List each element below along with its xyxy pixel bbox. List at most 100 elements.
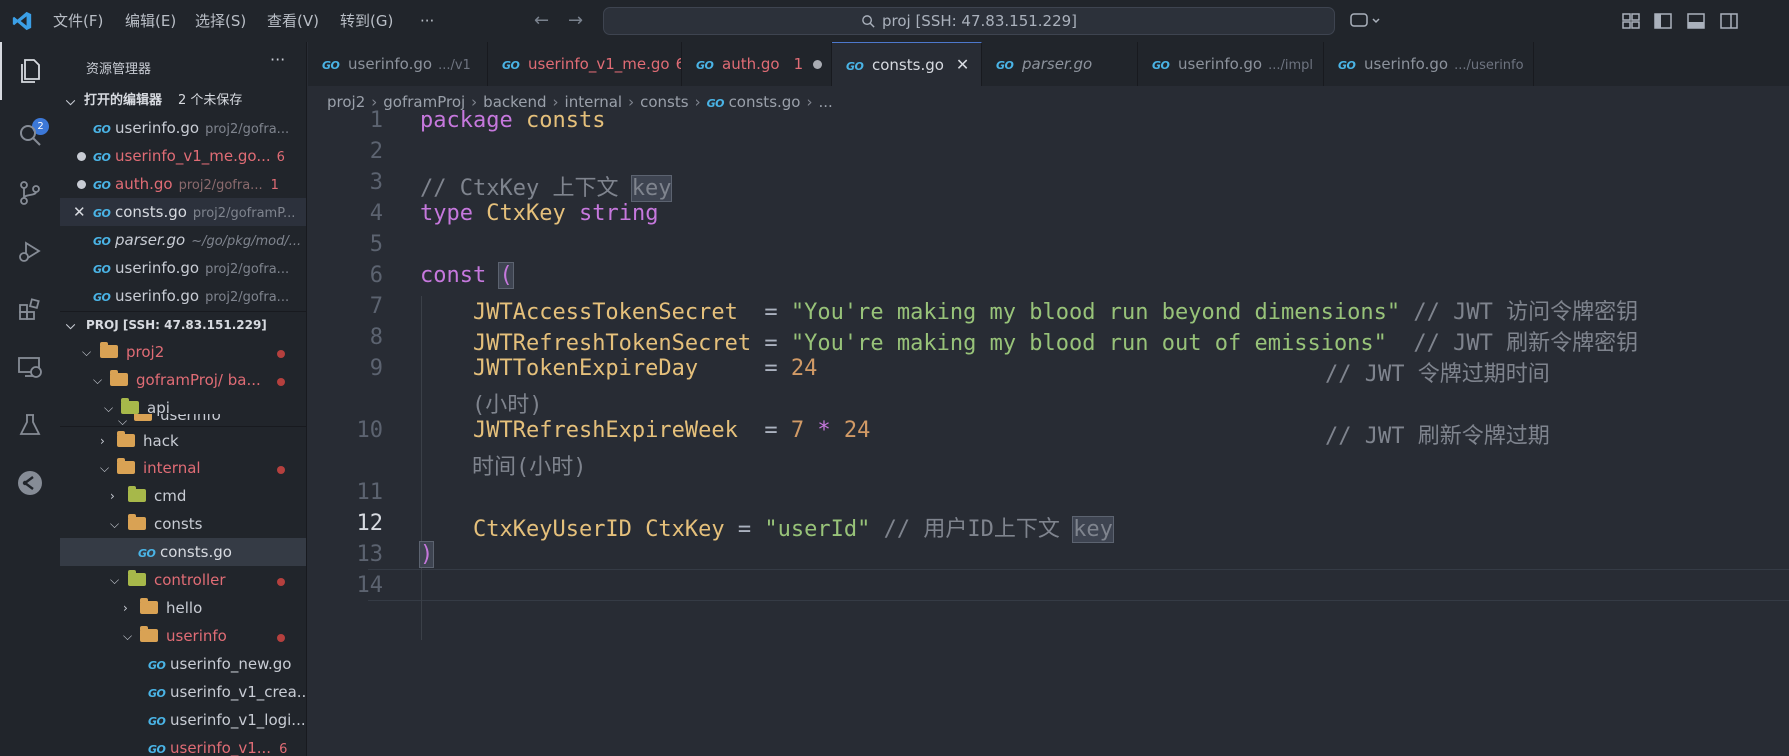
- tab-userinfo-impl[interactable]: GO userinfo.go .../impl: [1138, 42, 1324, 86]
- menu-selection[interactable]: 选择(S): [195, 0, 246, 42]
- gitlens-button[interactable]: [0, 454, 60, 512]
- close-icon[interactable]: ✕: [73, 198, 86, 226]
- chevron-right-icon: ›: [110, 489, 115, 503]
- tree-item-folder[interactable]: › hello: [60, 594, 306, 622]
- folder-icon: [128, 514, 146, 530]
- testing-button[interactable]: [0, 396, 60, 454]
- open-editor-desc: proj2/goframP...: [192, 206, 296, 221]
- tree-label: hello: [166, 599, 203, 617]
- breadcrumb-item[interactable]: ...: [818, 93, 832, 111]
- open-editor-item[interactable]: GO userinfo.go proj2/gofra...: [60, 114, 306, 142]
- tree-item-folder[interactable]: ⌵ internal: [60, 454, 306, 482]
- open-editor-item[interactable]: GO userinfo.go proj2/gofra...: [60, 282, 306, 310]
- project-label: PROJ [SSH: 47.83.151.229]: [86, 318, 267, 332]
- tab-label: userinfo.go: [348, 55, 433, 73]
- tree-item-folder[interactable]: ⌵ controller: [60, 566, 306, 594]
- token-keyword: package: [420, 108, 513, 133]
- search-icon: [20, 125, 41, 146]
- menu-more[interactable]: ···: [420, 0, 434, 42]
- search-icon: [862, 14, 875, 28]
- menu-view[interactable]: 查看(V): [267, 0, 319, 42]
- tree-label: userinfo: [166, 627, 227, 645]
- toggle-secondary-sidebar-icon[interactable]: [1719, 11, 1739, 31]
- open-editor-name: consts.go: [115, 203, 187, 221]
- tab-label: parser.go: [1022, 55, 1093, 73]
- tree-item-folder[interactable]: ⌵ goframProj/ ba...: [60, 366, 306, 394]
- problem-count: 1: [793, 55, 804, 73]
- toggle-panel-icon[interactable]: [1686, 11, 1706, 31]
- tree-item-file-selected[interactable]: GO consts.go: [60, 538, 306, 566]
- sidebar-more-icon[interactable]: ···: [270, 50, 285, 69]
- remote-explorer-icon: [18, 357, 42, 378]
- extensions-button[interactable]: [0, 280, 60, 338]
- tree-item-file[interactable]: GO userinfo_v1... 6: [60, 734, 306, 756]
- open-editors-label: 打开的编辑器: [84, 93, 163, 108]
- token-bracket-match: (: [498, 262, 514, 289]
- layout-customize-icon[interactable]: [1621, 11, 1641, 31]
- editor-tab-bar: GOuserinfo.go.../v1 GOuserinfo_v1_me.go6…: [308, 42, 1789, 86]
- go-file-icon: GO: [148, 659, 166, 672]
- open-editor-name: userinfo.go: [115, 119, 200, 137]
- go-file-icon: GO: [696, 59, 714, 72]
- open-editor-item-active[interactable]: ✕ GO consts.go proj2/goframP...: [60, 198, 306, 226]
- explorer-button[interactable]: [0, 42, 60, 100]
- tree-label: cmd: [154, 487, 187, 505]
- go-file-icon: GO: [502, 59, 520, 72]
- open-editor-name: parser.go: [115, 231, 186, 249]
- close-icon[interactable]: ✕: [956, 43, 969, 86]
- token-comment: // JWT 令牌过期时间: [1325, 362, 1550, 387]
- command-center-search[interactable]: proj [SSH: 47.83.151.229]: [603, 7, 1335, 35]
- token-comment: // JWT 刷新令牌过期: [1325, 424, 1550, 449]
- chevron-right-icon: ›: [806, 93, 813, 111]
- tab-userinfo-v1-me[interactable]: GOuserinfo_v1_me.go6: [488, 42, 682, 86]
- tree-item-folder[interactable]: ⌵ userinfo: [60, 622, 306, 650]
- tab-consts-active[interactable]: GO consts.go ✕: [832, 42, 982, 86]
- menu-edit[interactable]: 编辑(E): [125, 0, 176, 42]
- tree-item-file[interactable]: GO userinfo_new.go: [60, 650, 306, 678]
- search-button[interactable]: [0, 106, 60, 164]
- open-editor-item[interactable]: GO parser.go ~/go/pkg/mod/...: [60, 226, 306, 254]
- back-arrow-icon[interactable]: ←: [534, 0, 549, 42]
- tree-label: controller: [154, 571, 226, 589]
- open-editor-item[interactable]: GO auth.go proj2/gofra... 1: [60, 170, 306, 198]
- tree-item-folder[interactable]: › hack: [60, 426, 306, 454]
- problem-count: 6: [276, 150, 285, 165]
- tab-userinfo-v1[interactable]: GO userinfo.go .../v1: [308, 42, 488, 86]
- error-dot: [277, 578, 285, 586]
- tab-label: userinfo_v1_me.go: [528, 55, 670, 73]
- tree-item-file[interactable]: GO userinfo_v1_logi...: [60, 706, 306, 734]
- forward-arrow-icon[interactable]: →: [568, 0, 583, 42]
- menu-go[interactable]: 转到(G): [340, 0, 393, 42]
- code-line: JWTRefreshTokenSecret = "You're making m…: [420, 325, 1638, 357]
- open-editor-item[interactable]: GO userinfo.go proj2/gofra...: [60, 254, 306, 282]
- breadcrumb-item[interactable]: consts.go: [729, 93, 801, 111]
- code-editor[interactable]: 1 2 3 4 5 6 7 8 9 10 11 12 13 14 package…: [308, 108, 1789, 756]
- code-line: type CtxKey string: [420, 201, 658, 226]
- source-control-button[interactable]: [0, 164, 60, 222]
- folder-icon: [140, 598, 158, 614]
- tree-label: userinfo_new.go: [170, 655, 292, 673]
- tree-item-file[interactable]: GO userinfo_v1_crea...: [60, 678, 306, 706]
- chevron-right-icon: ›: [100, 434, 105, 448]
- code-line: JWTTokenExpireDay = 24: [420, 356, 817, 381]
- tab-parser[interactable]: GO parser.go: [982, 42, 1138, 86]
- line-number: 10: [356, 418, 384, 443]
- tree-item-folder[interactable]: › cmd: [60, 482, 306, 510]
- tree-item-folder[interactable]: ⌵ proj2: [60, 338, 306, 366]
- open-editor-item[interactable]: GO userinfo_v1_me.go... 6: [60, 142, 306, 170]
- open-editors-header[interactable]: ⌵ 打开的编辑器 2 个未保存: [60, 88, 306, 114]
- tab-label: consts.go: [872, 56, 944, 74]
- code-line: JWTRefreshExpireWeek = 7 * 24: [420, 418, 870, 443]
- copilot-chat-icon[interactable]: [1349, 11, 1381, 31]
- menu-file[interactable]: 文件(F): [53, 0, 103, 42]
- project-header[interactable]: ⌵ PROJ [SSH: 47.83.151.229]: [60, 311, 306, 337]
- tab-userinfo-userinfo[interactable]: GO userinfo.go .../userinfo: [1324, 42, 1534, 86]
- tree-item-folder[interactable]: ⌵ consts: [60, 510, 306, 538]
- tab-auth[interactable]: GO auth.go 1: [682, 42, 832, 86]
- breadcrumb-item[interactable]: consts: [640, 93, 688, 111]
- unsaved-dot-icon[interactable]: [813, 60, 823, 69]
- token-comment: // JWT 访问令牌密钥: [1400, 300, 1639, 325]
- run-debug-button[interactable]: [0, 222, 60, 280]
- remote-explorer-button[interactable]: [0, 338, 60, 396]
- toggle-primary-sidebar-icon[interactable]: [1653, 11, 1673, 31]
